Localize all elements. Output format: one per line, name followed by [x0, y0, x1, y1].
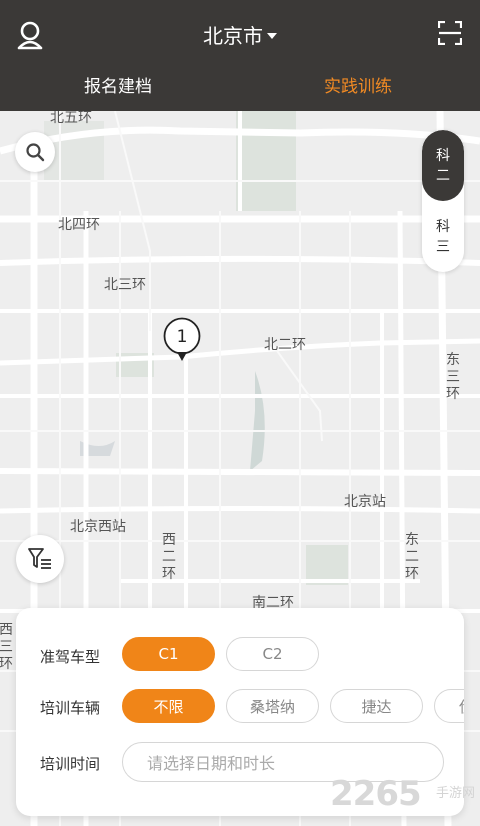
- tab-practice-training[interactable]: 实践训练: [324, 72, 392, 97]
- subject-2-label: 科二: [436, 147, 450, 184]
- tab-registration[interactable]: 报名建档: [84, 72, 152, 97]
- road-label: 西二环: [162, 532, 176, 582]
- city-name: 北京市: [203, 24, 263, 48]
- vehicle-label: 培训车辆: [40, 699, 101, 717]
- city-selector[interactable]: 北京市: [0, 20, 480, 49]
- road-label: 北五环: [50, 111, 92, 126]
- road-label: 北京站: [344, 494, 386, 510]
- search-icon: [26, 143, 45, 162]
- road-label: 北二环: [264, 337, 306, 353]
- license-type-label: 准驾车型: [40, 648, 101, 666]
- vehicle-option-jetta[interactable]: 捷达: [330, 689, 423, 723]
- subject-3-option[interactable]: 科三: [422, 201, 464, 272]
- vehicle-option-santana[interactable]: 桑塔纳: [226, 689, 319, 723]
- map-marker[interactable]: 1: [162, 317, 202, 365]
- filter-button[interactable]: [16, 535, 64, 583]
- road-label: 北京西站: [70, 519, 126, 535]
- filter-icon: [28, 548, 51, 569]
- scan-icon[interactable]: [438, 21, 462, 45]
- license-option-c1[interactable]: C1: [122, 637, 215, 671]
- map-search-button[interactable]: [15, 132, 55, 172]
- caret-down-icon: [267, 32, 277, 39]
- watermark-logo: 2265: [330, 774, 422, 814]
- map-pin-icon: 1: [163, 317, 201, 361]
- road-label: 北三环: [104, 277, 146, 293]
- vehicle-option-any[interactable]: 不限: [122, 689, 215, 723]
- road-label: 东二环: [405, 532, 419, 582]
- subject-2-option[interactable]: 科二: [422, 130, 464, 201]
- vehicle-option-partial[interactable]: 伊: [434, 689, 464, 723]
- license-option-c2[interactable]: C2: [226, 637, 319, 671]
- training-time-label: 培训时间: [40, 755, 101, 773]
- marker-count: 1: [177, 327, 188, 347]
- road-label: 东三环: [446, 352, 460, 402]
- road-label: 北四环: [58, 217, 100, 233]
- subject-3-label: 科三: [436, 218, 450, 255]
- main-tabs: 报名建档 实践训练: [0, 72, 480, 104]
- watermark-text: 手游网: [436, 786, 476, 801]
- subject-switch: 科二 科三: [422, 130, 464, 272]
- road-label: 西三环: [0, 622, 13, 672]
- top-bar: 北京市 报名建档 实践训练: [0, 0, 480, 111]
